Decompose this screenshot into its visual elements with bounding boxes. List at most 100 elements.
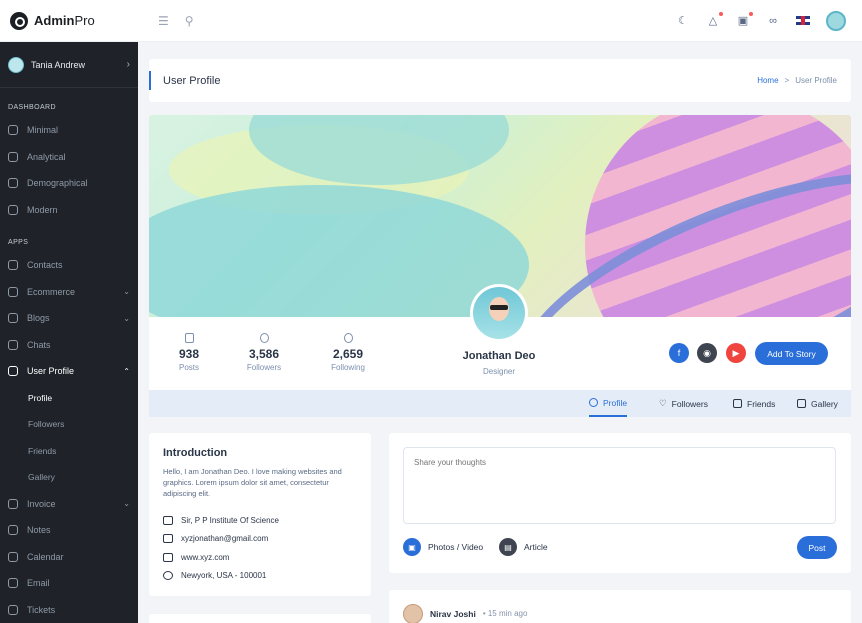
header-avatar[interactable] [826, 10, 846, 31]
cover-wave [149, 185, 529, 317]
profile-summary: 938 Posts 3,586 Followers 2,659 Followin… [149, 284, 851, 390]
sidebar-avatar [8, 56, 24, 73]
sidebar-sub-gallery[interactable]: Gallery [0, 464, 138, 491]
info-education: Sir, P P Institute Of Science [163, 511, 357, 530]
stat-followers: 3,586 Followers [234, 333, 294, 372]
sidebar-item-chats[interactable]: Chats [0, 332, 138, 359]
sidebar-item-analytical[interactable]: Analytical [0, 144, 138, 171]
uk-flag-icon[interactable] [796, 16, 810, 25]
article-action[interactable]: ▤ Article [499, 538, 548, 556]
sidebar-item-minimal[interactable]: Minimal [0, 117, 138, 144]
sidebar-item-notes[interactable]: Notes [0, 517, 138, 544]
stat-value: 2,659 [332, 347, 364, 361]
nav-section-apps: APPS [8, 239, 29, 246]
sidebar-item-invoice[interactable]: Invoice ⌄ [0, 491, 138, 518]
feed-avatar[interactable] [403, 604, 423, 623]
profile-name: Jonathan Deo [462, 350, 536, 362]
apps-icon[interactable]: ∞ [766, 14, 780, 28]
demographical-icon [8, 178, 18, 189]
analytical-icon [8, 151, 18, 162]
chevron-down-icon: ⌄ [123, 313, 130, 323]
add-to-story-button[interactable]: Add To Story [755, 342, 828, 365]
tab-followers[interactable]: ♡ Followers [659, 390, 708, 417]
sidebar-item-calendar[interactable]: Calendar [0, 544, 138, 571]
breadcrumb-separator: > [784, 76, 790, 85]
blogs-icon [8, 313, 18, 324]
sidebar-sub-followers[interactable]: Followers [0, 411, 138, 438]
info-email: xyzjonathan@gmail.com [163, 530, 357, 549]
feed-post: Nirav Joshi • 15 min ago [389, 590, 851, 623]
photos-video-action[interactable]: ▣ Photos / Video [403, 538, 483, 556]
facebook-icon[interactable]: f [669, 343, 689, 363]
menu-icon[interactable]: ☰ [158, 14, 169, 28]
top-header: AdminPro ☰ ⚲ ☾ △ ▣ ∞ [0, 0, 862, 42]
info-text: Newyork, USA - 100001 [181, 571, 267, 581]
sidebar-sub-friends[interactable]: Friends [0, 438, 138, 465]
desktop-icon [163, 552, 173, 562]
tickets-icon [8, 604, 18, 615]
breadcrumb-home[interactable]: Home [757, 76, 778, 85]
location-icon [163, 571, 173, 581]
sidebar-item-label: Email [27, 578, 50, 589]
post-composer: ▣ Photos / Video ▤ Article Post [389, 433, 851, 573]
moon-icon[interactable]: ☾ [676, 14, 690, 28]
sidebar-item-demographical[interactable]: Demographical [0, 170, 138, 197]
feed-time-text: 15 min ago [487, 609, 528, 618]
user-circle-icon [259, 333, 269, 343]
brand[interactable]: AdminPro [0, 0, 138, 42]
thoughts-input[interactable] [403, 447, 836, 524]
action-label: Article [524, 542, 548, 552]
info-website: www.xyz.com [163, 548, 357, 567]
stat-following: 2,659 Following [318, 333, 378, 372]
sidebar-item-ecommerce[interactable]: Ecommerce ⌄ [0, 279, 138, 306]
info-text[interactable]: www.xyz.com [181, 553, 229, 562]
file-icon [184, 333, 194, 343]
user-profile-icon [8, 366, 18, 377]
sidebar-user[interactable]: Tania Andrew › [0, 42, 138, 88]
sidebar-item-blogs[interactable]: Blogs ⌄ [0, 305, 138, 332]
invoice-icon [8, 498, 18, 509]
introduction-title: Introduction [163, 447, 228, 459]
info-text: Sir, P P Institute Of Science [181, 515, 279, 525]
post-button[interactable]: Post [797, 536, 837, 559]
nav-section-dashboard: DASHBOARD [8, 104, 56, 111]
chats-icon [8, 339, 18, 350]
email-icon [8, 578, 18, 589]
avatar-image [473, 287, 525, 339]
friends-icon [733, 399, 742, 408]
action-label: Photos / Video [428, 542, 484, 552]
youtube-icon[interactable]: ▶ [726, 343, 746, 363]
sidebar-sub-profile[interactable]: Profile [0, 385, 138, 412]
tab-label: Profile [603, 397, 628, 408]
message-icon[interactable]: ▣ [736, 11, 753, 28]
calendar-icon [8, 551, 18, 562]
brand-logo-icon [10, 11, 28, 30]
page-title: User Profile [163, 74, 221, 87]
tab-profile[interactable]: Profile [589, 390, 628, 417]
tab-gallery[interactable]: Gallery [797, 390, 838, 417]
sidebar-item-email[interactable]: Email [0, 570, 138, 597]
sidebar-item-tickets[interactable]: Tickets [0, 597, 138, 623]
stat-label: Following [331, 363, 365, 372]
dribbble-icon[interactable]: ◉ [697, 343, 717, 363]
mail-icon [163, 534, 173, 544]
sidebar-item-label: Minimal [27, 125, 59, 136]
tab-friends[interactable]: Friends [733, 390, 775, 417]
briefcase-icon [163, 515, 173, 525]
sidebar-item-label: Contacts [27, 260, 63, 271]
sidebar-item-user-profile[interactable]: User Profile ⌃ [0, 358, 138, 385]
feed-author[interactable]: Nirav Joshi [430, 609, 476, 619]
profile-avatar[interactable] [470, 284, 528, 342]
user-circle-icon [589, 398, 598, 407]
modern-icon [8, 204, 18, 215]
brand-name: AdminPro [34, 13, 95, 28]
chevron-right-icon: › [126, 59, 130, 70]
user-check-icon [343, 333, 353, 343]
sidebar-item-modern[interactable]: Modern [0, 197, 138, 224]
sidebar-item-contacts[interactable]: Contacts [0, 252, 138, 279]
bell-icon[interactable]: △ [706, 11, 723, 28]
introduction-text: Hello, I am Jonathan Deo. I love making … [163, 467, 342, 498]
breadcrumb-current: User Profile [795, 76, 837, 85]
image-icon: ▣ [403, 538, 421, 556]
search-icon[interactable]: ⚲ [185, 14, 194, 28]
